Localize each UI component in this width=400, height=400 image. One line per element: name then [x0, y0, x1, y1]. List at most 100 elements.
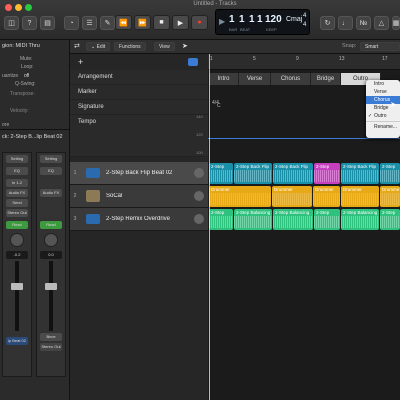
global-track-marker[interactable]: Marker: [70, 85, 208, 100]
dropdown-item-verse[interactable]: Verse: [366, 88, 400, 96]
record-button[interactable]: ●: [191, 15, 208, 30]
zoom-icon[interactable]: ⇄: [74, 42, 80, 50]
fader-cap[interactable]: [11, 283, 23, 290]
audio-region[interactable]: 2-Step Balancing: [273, 209, 313, 230]
drummer-region[interactable]: Drummer: [272, 186, 312, 207]
note-pad-icon[interactable]: ▦: [392, 16, 400, 30]
rewind-button[interactable]: ⏪: [115, 15, 132, 30]
lcd-sig-top[interactable]: 4: [303, 13, 306, 19]
audio-region[interactable]: 2-Step: [380, 163, 400, 184]
window-minimize-button[interactable]: [15, 4, 22, 11]
eq-button[interactable]: EQ: [6, 167, 28, 175]
arrangement-marker-intro[interactable]: Intro: [209, 73, 239, 85]
setting-button[interactable]: Setting: [6, 155, 28, 163]
global-track-signature[interactable]: Signature: [70, 100, 208, 115]
lcd-display[interactable]: ▶ 1 1 1 1 BAR BEAT 120 KEEP Cmaj 4 4: [215, 9, 310, 35]
lcd-sig-bottom[interactable]: 4: [303, 22, 306, 28]
drummer-region[interactable]: Drummer: [341, 186, 379, 207]
arrangement-marker-verse[interactable]: Verse: [239, 73, 271, 85]
setting-button[interactable]: Setting: [40, 155, 62, 163]
snap-select[interactable]: Smart: [360, 42, 400, 51]
volume-knob[interactable]: [194, 168, 204, 178]
channel-strip-track: Setting EQ In 1-2 Audio FX Send Stereo O…: [2, 152, 32, 377]
playhead[interactable]: [209, 54, 210, 400]
volume-knob[interactable]: [194, 214, 204, 224]
audio-region[interactable]: 2-Step Balancing: [234, 209, 272, 230]
audio-region[interactable]: 2-Step Balancing: [341, 209, 379, 230]
track-name[interactable]: 2-Step Back Flip Beat 02: [106, 170, 194, 176]
global-track-tempo[interactable]: Tempo: [70, 115, 208, 157]
tempo-curve[interactable]: [208, 138, 400, 139]
pan-knob[interactable]: [44, 233, 58, 247]
automation-mode[interactable]: Read: [40, 221, 62, 229]
global-track-arrangement[interactable]: Arrangement: [70, 70, 208, 85]
lcd-beat-label: BEAT: [240, 27, 251, 32]
audio-region[interactable]: 2-Step: [209, 163, 233, 184]
audio-region[interactable]: 2-Step: [314, 163, 340, 184]
dropdown-item-rename[interactable]: Rename...: [366, 123, 400, 131]
eq-button[interactable]: EQ: [40, 167, 62, 175]
input-slot[interactable]: [40, 179, 62, 187]
volume-fader[interactable]: [11, 261, 23, 331]
mixer-icon[interactable]: ☰: [82, 16, 97, 30]
track-name[interactable]: SoCal: [106, 193, 194, 199]
track-header[interactable]: 3 2-Step Remix Overdrive: [70, 208, 208, 231]
drummer-region[interactable]: Drummer: [313, 186, 340, 207]
play-button[interactable]: ▶: [172, 15, 189, 30]
view-menu[interactable]: View: [154, 42, 175, 51]
automation-mode[interactable]: Read: [6, 221, 28, 229]
toolbar-icon[interactable]: ▤: [40, 16, 55, 30]
stop-button[interactable]: ■: [153, 15, 170, 30]
audio-region[interactable]: 2-Step: [380, 209, 400, 230]
lcd-tempo[interactable]: 120: [265, 14, 282, 25]
quantize-value[interactable]: off: [24, 73, 29, 79]
library-icon[interactable]: ◫: [4, 16, 19, 30]
track-name[interactable]: 2-Step Remix Overdrive: [106, 216, 194, 222]
ruler[interactable]: 1 5 9 13 17: [208, 54, 400, 70]
output-slot[interactable]: [40, 209, 62, 217]
cycle-icon[interactable]: ↻: [320, 16, 335, 30]
pointer-tool-icon[interactable]: ➤: [182, 42, 188, 50]
volume-knob[interactable]: [194, 191, 204, 201]
smart-controls-icon[interactable]: ◔: [64, 16, 79, 30]
send-slot[interactable]: Send: [6, 199, 28, 207]
edit-menu[interactable]: ⌄ Edit: [86, 42, 111, 51]
audio-fx-slot[interactable]: Audio FX: [6, 189, 28, 197]
arrangement-marker-chorus[interactable]: Chorus: [271, 73, 311, 85]
drummer-region[interactable]: Drumme: [380, 186, 400, 207]
window-zoom-button[interactable]: [25, 4, 32, 11]
input-slot[interactable]: In 1-2: [6, 179, 28, 187]
window-close-button[interactable]: [5, 4, 12, 11]
drummer-region[interactable]: Drummer: [209, 186, 271, 207]
audio-region[interactable]: 2-Step Back Flip: [273, 163, 313, 184]
bounce-button[interactable]: Bnce: [40, 333, 62, 341]
arrangement-marker-bridge[interactable]: Bridge: [311, 73, 341, 85]
track-header[interactable]: 1 2-Step Back Flip Beat 02: [70, 162, 208, 185]
waveform: [341, 170, 379, 182]
output-slot[interactable]: Stereo Out: [6, 209, 28, 217]
functions-menu[interactable]: Functions: [114, 42, 146, 51]
metronome-icon[interactable]: △: [374, 16, 389, 30]
audio-region[interactable]: 2-Step: [209, 209, 233, 230]
track-header[interactable]: 2 SoCal: [70, 185, 208, 208]
tuner-icon[interactable]: ♩: [338, 16, 353, 30]
pan-knob[interactable]: [10, 233, 24, 247]
send-slot[interactable]: [40, 199, 62, 207]
audio-region[interactable]: 2-Step Back Flip: [341, 163, 379, 184]
dropdown-item-outro[interactable]: ✓ Outro: [366, 112, 400, 120]
audio-region[interactable]: 2-Step Back Flip: [234, 163, 272, 184]
volume-fader[interactable]: [45, 261, 57, 331]
forward-button[interactable]: ⏩: [134, 15, 151, 30]
editors-icon[interactable]: ✎: [100, 16, 115, 30]
strip-name: Stereo Out: [40, 343, 62, 351]
add-track-button[interactable]: +: [78, 57, 83, 67]
audio-region[interactable]: 2-Step: [314, 209, 340, 230]
audio-fx-slot[interactable]: Audio FX: [40, 189, 62, 197]
ruler-mark: 1: [210, 56, 213, 62]
global-tracks-button[interactable]: [188, 58, 198, 66]
count-in-icon[interactable]: №: [356, 16, 371, 30]
dropdown-item-intro[interactable]: Intro: [366, 80, 400, 88]
lcd-key[interactable]: Cmaj: [286, 16, 302, 23]
help-icon[interactable]: ?: [22, 16, 37, 30]
fader-cap[interactable]: [45, 283, 57, 290]
